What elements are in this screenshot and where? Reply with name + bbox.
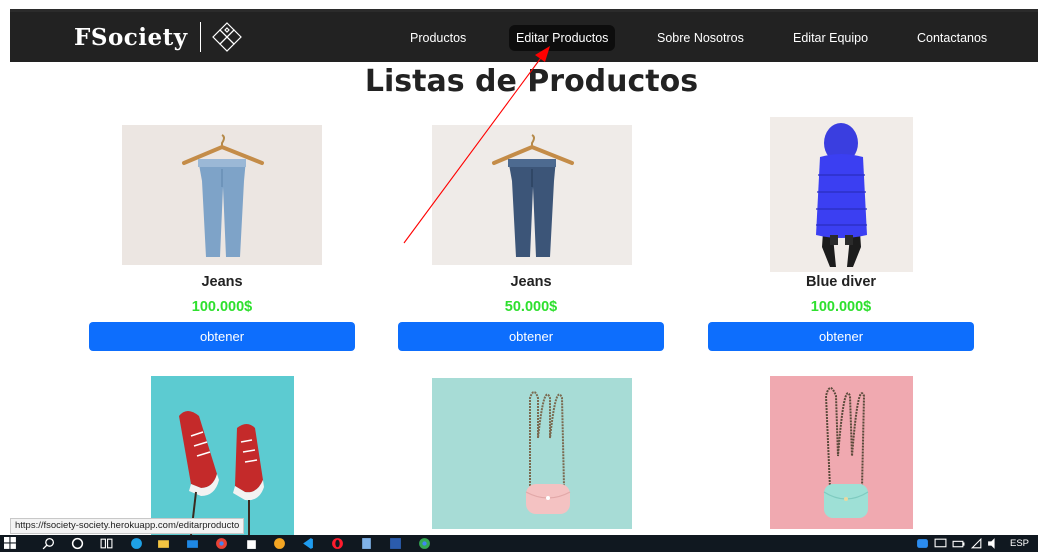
search-icon[interactable] <box>42 537 55 550</box>
volume-icon[interactable] <box>987 537 1000 550</box>
brand-separator <box>199 22 201 52</box>
nav-sobre-nosotros[interactable]: Sobre Nosotros <box>650 25 751 51</box>
nav-editar-equipo[interactable]: Editar Equipo <box>786 25 875 51</box>
product-image-jeans-dark <box>432 125 632 265</box>
obtener-button[interactable]: obtener <box>89 322 355 351</box>
chrome-active-icon[interactable] <box>418 537 431 550</box>
word-icon[interactable] <box>389 537 402 550</box>
taskbar: ESP <box>0 535 1038 552</box>
chrome-icon[interactable] <box>215 537 228 550</box>
battery-icon[interactable] <box>952 537 965 550</box>
status-bar-url: https://fsociety-society.herokuapp.com/e… <box>10 518 245 534</box>
edge-icon[interactable] <box>130 537 143 550</box>
brand[interactable]: FSociety <box>74 21 244 53</box>
wifi-icon[interactable] <box>970 537 983 550</box>
navbar: FSociety Productos Editar Productos Sobr… <box>10 12 1038 62</box>
product-image-blue-vest <box>770 117 913 272</box>
nav-contactanos[interactable]: Contactanos <box>910 25 994 51</box>
task-view-icon[interactable] <box>100 537 113 550</box>
mail-icon[interactable] <box>186 537 199 550</box>
nav-productos[interactable]: Productos <box>403 25 473 51</box>
product-image-mint-bag <box>770 376 913 529</box>
diamond-logo-icon <box>211 22 242 52</box>
tray-app-icon[interactable] <box>916 537 929 550</box>
opera-icon[interactable] <box>331 537 344 550</box>
tray-display-icon[interactable] <box>934 537 947 550</box>
window-top-strip <box>0 0 1038 12</box>
product-price: 100.000$ <box>810 299 872 315</box>
product-image-jeans-light <box>122 125 322 265</box>
nav-editar-productos[interactable]: Editar Productos <box>509 25 616 51</box>
cortana-icon[interactable] <box>71 537 84 550</box>
product-price: 100.000$ <box>191 299 253 315</box>
notes-icon[interactable] <box>360 537 373 550</box>
windows-start-icon[interactable] <box>4 537 17 550</box>
file-explorer-icon[interactable] <box>157 537 170 550</box>
obtener-button[interactable]: obtener <box>708 322 974 351</box>
product-name: Jeans <box>201 274 243 290</box>
product-name: Blue diver <box>805 274 877 290</box>
product-name: Jeans <box>510 274 552 290</box>
product-image-sneakers <box>151 376 294 535</box>
page-title: Listas de Productos <box>364 64 699 99</box>
vscode-icon[interactable] <box>301 537 314 550</box>
product-image-pink-bag <box>432 378 632 529</box>
brand-name: FSociety <box>74 23 188 51</box>
store-icon[interactable] <box>245 537 258 550</box>
product-price: 50.000$ <box>504 299 558 315</box>
obtener-button[interactable]: obtener <box>398 322 664 351</box>
app-icon[interactable] <box>273 537 286 550</box>
language-indicator[interactable]: ESP <box>1010 537 1029 550</box>
